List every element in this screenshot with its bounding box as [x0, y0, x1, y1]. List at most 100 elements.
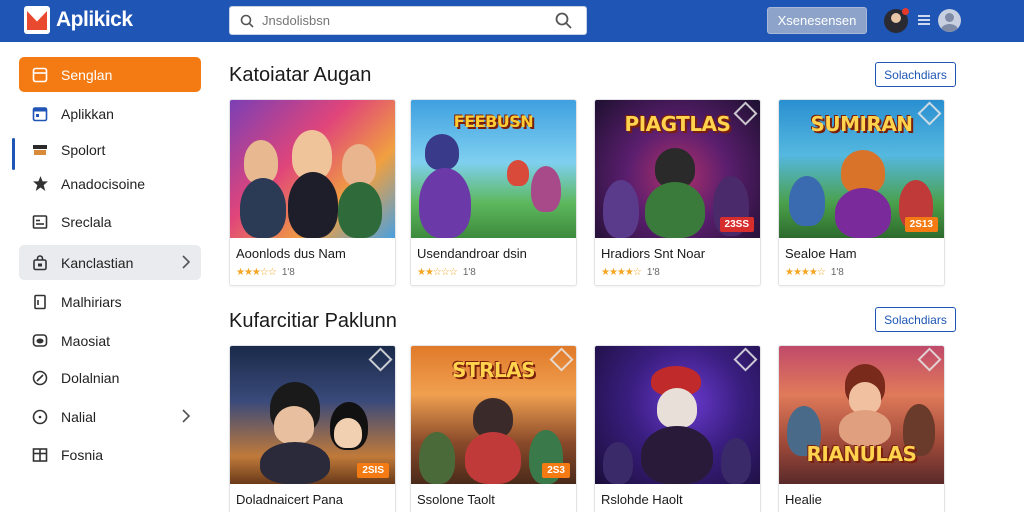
- sidebar-item-history[interactable]: Nalial: [19, 399, 201, 434]
- app-name: Doladnaicert Pana: [236, 492, 343, 507]
- expand-icon: [917, 347, 942, 372]
- sidebar-item-downloads[interactable]: Dolalnian: [19, 360, 201, 395]
- sidebar-item-label: Maosiat: [61, 332, 111, 349]
- price-badge: 2S13: [904, 217, 938, 232]
- app-card[interactable]: 2SIS Doladnaicert Pana: [229, 345, 396, 512]
- app-card[interactable]: PIAGTLAS 23SS Hradiors Snt Noar ★★★★☆ 1'8: [594, 99, 761, 286]
- app-card-meta: Healie: [779, 484, 944, 512]
- app-thumbnail: RIANULAS: [779, 346, 944, 484]
- sidebar-item-documents[interactable]: Malhiriars: [19, 284, 201, 319]
- sidebar-item-label: Kanclastian: [61, 254, 134, 271]
- app-thumbnail: 2SIS: [230, 346, 395, 484]
- rating-value: 1'8: [830, 267, 844, 278]
- sidebar-item-label: Sreclala: [61, 213, 112, 230]
- chat-icon: [31, 332, 49, 350]
- game-logo-art: RIANULAS: [806, 442, 917, 466]
- app-rating: ★★★★☆ 1'8: [601, 267, 754, 278]
- app-card-meta: Aoonlods dus Nam ★★★☆☆ 1'8: [230, 238, 395, 285]
- calendar-icon: [31, 105, 49, 123]
- section-title: Kufarcitiar Paklunn: [229, 310, 397, 332]
- app-logo[interactable]: Aplikick: [24, 6, 133, 34]
- app-card[interactable]: FEEBUSN Usendandroar dsin ★★☆☆☆ 1'8: [410, 99, 577, 286]
- see-all-button[interactable]: Solachdiars: [875, 62, 956, 87]
- game-logo-art: FEEBUSN: [453, 112, 534, 131]
- sidebar-item-label: Nalial: [61, 408, 97, 425]
- sidebar-item-messages[interactable]: Maosiat: [19, 323, 201, 358]
- see-all-button[interactable]: Solachdiars: [875, 307, 956, 332]
- rating-stars: ★★★★☆: [785, 267, 826, 278]
- app-thumbnail: PIAGTLAS 23SS: [595, 100, 760, 238]
- chevron-right-icon: [182, 255, 191, 269]
- app-card-meta: Sealoe Ham ★★★★☆ 1'8: [779, 238, 944, 285]
- app-rating: ★★☆☆☆ 1'8: [417, 267, 570, 278]
- search-icon: [240, 14, 254, 28]
- table-icon: [31, 446, 49, 464]
- window-icon: [31, 66, 49, 84]
- app-name: Aoonlods dus Nam: [236, 246, 346, 261]
- sidebar-item-label: Fosnia: [61, 446, 104, 463]
- document-icon: [31, 293, 49, 311]
- app-name: Rslohde Haolt: [601, 492, 683, 507]
- star-icon: [31, 175, 49, 193]
- app-card-meta: Rslohde Haolt: [595, 484, 760, 512]
- game-logo-art: SUMIRAN: [810, 112, 913, 136]
- sidebar-item-label: Spolort: [61, 141, 106, 158]
- price-badge: 2S3: [542, 463, 570, 478]
- rating-value: 1'8: [646, 267, 660, 278]
- clock-icon: [31, 408, 49, 426]
- sidebar-item-label: Aplikkan: [61, 105, 114, 122]
- app-card[interactable]: RIANULAS Healie: [778, 345, 945, 512]
- sidebar-item-collection[interactable]: Kanclastian: [19, 245, 201, 280]
- app-card[interactable]: SUMIRAN 2S13 Sealoe Ham ★★★★☆ 1'8: [778, 99, 945, 286]
- tag-icon: [31, 369, 49, 387]
- sidebar-item-table[interactable]: Fosnia: [19, 437, 201, 472]
- app-name: Sealoe Ham: [785, 246, 857, 261]
- sidebar-item-label: Dolalnian: [61, 369, 120, 386]
- app-name: Healie: [785, 492, 822, 507]
- app-card-meta: Usendandroar dsin ★★☆☆☆ 1'8: [411, 238, 576, 285]
- price-badge: 23SS: [719, 217, 754, 232]
- rating-stars: ★★★★☆: [601, 267, 642, 278]
- user-account-icon[interactable]: [938, 9, 961, 32]
- logo-icon: [24, 6, 50, 34]
- price-badge: 2SIS: [357, 463, 389, 478]
- search-bar[interactable]: [229, 6, 587, 35]
- header-action-button[interactable]: Xsenesensen: [767, 7, 867, 34]
- grid-icon: [31, 213, 49, 231]
- bag-icon: [31, 254, 49, 272]
- app-card[interactable]: STRLAS 2S3 Ssolone Taolt: [410, 345, 577, 512]
- sidebar-item-featured[interactable]: Anadocisoine: [19, 166, 201, 201]
- sidebar-item-label: Senglan: [61, 66, 113, 83]
- search-submit-icon[interactable]: [555, 12, 572, 29]
- rating-value: 1'8: [281, 267, 295, 278]
- app-rating: ★★★☆☆ 1'8: [236, 267, 389, 278]
- sidebar-item-sport[interactable]: Spolort: [19, 132, 201, 167]
- sidebar-item-apps[interactable]: Aplikkan: [19, 96, 201, 131]
- app-thumbnail: [595, 346, 760, 484]
- app-card[interactable]: Aoonlods dus Nam ★★★☆☆ 1'8: [229, 99, 396, 286]
- expand-icon: [368, 347, 393, 372]
- app-thumbnail: STRLAS 2S3: [411, 346, 576, 484]
- rating-value: 1'8: [462, 267, 476, 278]
- game-logo-art: STRLAS: [451, 358, 536, 382]
- sidebar-item-categories[interactable]: Sreclala: [19, 204, 201, 239]
- list-menu-icon[interactable]: [918, 14, 930, 26]
- sidebar-item-home[interactable]: Senglan: [19, 57, 201, 92]
- sidebar-item-label: Anadocisoine: [61, 175, 146, 192]
- app-rating: ★★★★☆ 1'8: [785, 267, 938, 278]
- main-content: Katoiatar Augan Solachdiars Aoonlods dus…: [215, 42, 1024, 512]
- sidebar-indicator: [12, 138, 15, 170]
- app-card[interactable]: Rslohde Haolt: [594, 345, 761, 512]
- search-input[interactable]: [262, 13, 542, 28]
- sidebar-item-label: Malhiriars: [61, 293, 122, 310]
- app-thumbnail: [230, 100, 395, 238]
- app-thumbnail: FEEBUSN: [411, 100, 576, 238]
- top-bar: Aplikick Xsenesensen: [0, 0, 1024, 42]
- app-card-meta: Hradiors Snt Noar ★★★★☆ 1'8: [595, 238, 760, 285]
- chevron-right-icon: [182, 409, 191, 423]
- app-thumbnail: SUMIRAN 2S13: [779, 100, 944, 238]
- layers-icon: [31, 141, 49, 159]
- app-card-meta: Ssolone Taolt: [411, 484, 576, 512]
- notification-dot: [902, 8, 909, 15]
- app-card-meta: Doladnaicert Pana: [230, 484, 395, 512]
